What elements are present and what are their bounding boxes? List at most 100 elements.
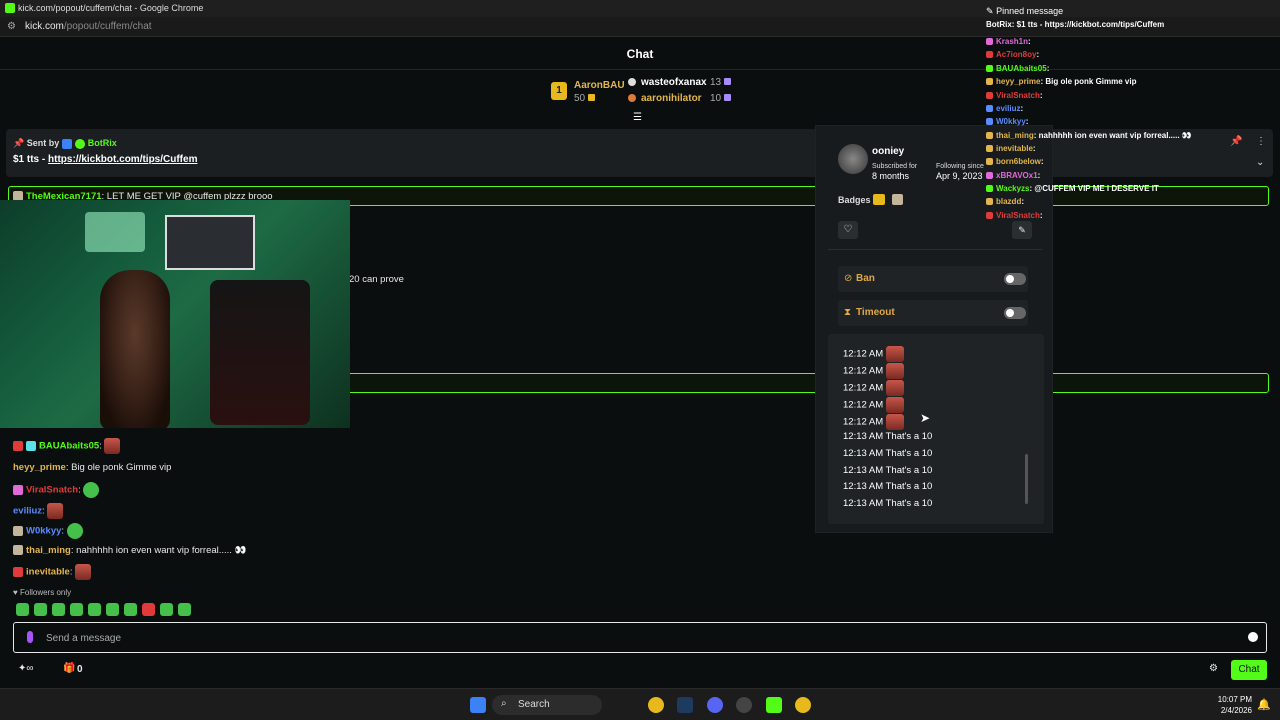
notification-bell-icon[interactable]: 🔔 — [1257, 698, 1271, 711]
ban-toggle[interactable] — [1004, 273, 1026, 285]
collapse-leaderboard-icon[interactable]: ☰ — [633, 112, 642, 123]
emote-icon[interactable] — [52, 603, 65, 616]
emote-icon[interactable] — [142, 603, 155, 616]
settings-gear-icon[interactable]: ⚙ — [1209, 663, 1218, 674]
gift-leaderboard[interactable]: 1 AaronBAU 50 wasteofxanax 13 aaronihila… — [548, 74, 738, 120]
gift-icon — [723, 78, 731, 85]
overlay-username: W0kkyy — [996, 117, 1026, 126]
chat-send-button[interactable]: Chat — [1231, 660, 1267, 680]
chat-text-fragment: 20 can prove — [349, 274, 404, 285]
chat-message: inevitable: — [13, 564, 92, 580]
chat-username[interactable]: inevitable — [26, 567, 70, 578]
gift-icon[interactable]: 🎁 — [63, 663, 75, 674]
taskbar-clock[interactable]: 10:07 PM 2/4/2026 — [1218, 694, 1252, 716]
overlay-username: inevitable — [996, 144, 1033, 153]
overlay-text: : — [1020, 104, 1024, 113]
user-card-username[interactable]: ooniey — [872, 146, 904, 157]
overlay-text: : — [1028, 37, 1031, 46]
pinned-sender-line: 📌 Sent by BotRix — [13, 138, 117, 149]
timeout-toggle[interactable] — [1004, 307, 1026, 319]
ban-row[interactable]: ⊘ Ban — [838, 266, 1028, 292]
message-input[interactable] — [46, 630, 1226, 646]
follow-heart-icon[interactable]: ♡ — [838, 221, 858, 239]
history-scrollbar[interactable] — [1025, 454, 1028, 504]
chat-username[interactable]: W0kkyy — [26, 526, 61, 537]
window-title: kick.com/popout/cuffem/chat - Google Chr… — [18, 3, 204, 13]
overlay-chat-line: heyy_prime: Big ole ponk Gimme vip — [986, 77, 1136, 86]
emote-icon[interactable] — [160, 603, 173, 616]
badge-icon — [986, 65, 993, 73]
badge-icon — [13, 485, 23, 495]
emote-icon[interactable] — [34, 603, 47, 616]
mention-icon[interactable]: ✎ — [1012, 221, 1032, 239]
overlay-pinned-label-text: Pinned message — [996, 6, 1064, 16]
pinned-link[interactable]: https://kickbot.com/tips/Cuffem — [48, 154, 197, 165]
emote-icon[interactable] — [16, 603, 29, 616]
emote-icon[interactable] — [124, 603, 137, 616]
leader-first-name[interactable]: AaronBAU — [574, 80, 625, 91]
gift-icon — [587, 94, 595, 101]
emote-icon[interactable] — [88, 603, 101, 616]
site-settings-icon[interactable]: ⚙ — [7, 21, 16, 32]
overlay-username: thai_ming — [996, 131, 1034, 140]
emote-icon[interactable] — [178, 603, 191, 616]
history-time: 12:12 AM — [843, 365, 884, 377]
kick-app-icon[interactable] — [766, 697, 782, 713]
overlay-username: heyy_prime — [996, 77, 1041, 86]
history-line: 12:13 AM That's a 10 — [843, 465, 932, 476]
kick-favicon-icon — [5, 3, 15, 13]
heart-icon: ♥ — [13, 588, 18, 597]
overlay-pinned-label: ✎ Pinned message — [986, 6, 1063, 17]
quick-emote-row[interactable] — [16, 603, 196, 621]
chat-username[interactable]: ViralSnatch — [26, 485, 78, 496]
overlay-text: : @CUFFEM VIP ME I DESERVE IT — [1029, 184, 1159, 193]
chat-username[interactable]: heyy_prime — [13, 462, 66, 473]
overlay-text: : — [1039, 211, 1043, 220]
pinned-sender-name[interactable]: BotRix — [88, 138, 117, 148]
overlay-username: xBRAVOx1 — [996, 171, 1038, 180]
streamer-figure — [100, 270, 170, 428]
discord-icon[interactable] — [707, 697, 723, 713]
pinned-message-text: $1 tts - — [13, 154, 49, 165]
leader-second-name[interactable]: wasteofxanax — [641, 77, 707, 88]
chat-username[interactable]: BAUAbaits05 — [39, 441, 99, 452]
chat-username[interactable]: thai_ming — [26, 545, 71, 556]
chrome-active-icon[interactable] — [795, 697, 811, 713]
neon-sign — [85, 212, 145, 252]
start-icon[interactable] — [470, 697, 486, 713]
emote-icon[interactable] — [106, 603, 119, 616]
third-rank-icon — [628, 94, 636, 102]
badge-icon — [986, 158, 993, 166]
emote-picker-icon[interactable] — [1248, 632, 1258, 642]
microphone-icon[interactable] — [27, 631, 33, 643]
emote-icon — [66, 523, 83, 539]
moderator-badge-icon — [61, 138, 72, 149]
url-host: kick.com — [25, 21, 64, 32]
chat-message: eviliuz: — [13, 503, 64, 519]
overlay-chat-line: ViralSnatch: — [986, 211, 1043, 220]
gaming-chair — [210, 280, 310, 425]
message-history[interactable]: 12:12 AM 12:12 AM 12:12 AM 12:12 AM 12:1… — [828, 334, 1044, 524]
points-count: 0 — [77, 664, 83, 675]
chat-username[interactable]: eviliuz — [13, 506, 42, 517]
leader-third-name[interactable]: aaronihilator — [641, 93, 702, 104]
overlay-text: : — [1036, 50, 1040, 59]
chrome-icon[interactable] — [648, 697, 664, 713]
points-icon[interactable]: ✦∞ — [18, 663, 34, 674]
history-text: That's a 10 — [885, 465, 933, 476]
search-label: Search — [518, 699, 550, 710]
emote-icon[interactable] — [70, 603, 83, 616]
followers-only-text: Followers only — [19, 588, 72, 597]
chat-separator: : — [99, 440, 102, 452]
steam-icon[interactable] — [677, 697, 693, 713]
url-text[interactable]: kick.com/popout/cuffem/chat — [25, 21, 152, 32]
emote-icon — [885, 414, 904, 430]
message-input-box[interactable] — [13, 622, 1267, 653]
following-value: Apr 9, 2023 — [936, 171, 983, 181]
badge-icon — [986, 38, 993, 46]
leader-second-amount: 13 — [710, 77, 722, 88]
taskbar-search[interactable]: ⌕ Search — [492, 695, 602, 715]
timeout-row[interactable]: ⧗ Timeout — [838, 300, 1028, 326]
overlay-username: Krash1n — [996, 37, 1029, 46]
app-icon[interactable] — [736, 697, 752, 713]
